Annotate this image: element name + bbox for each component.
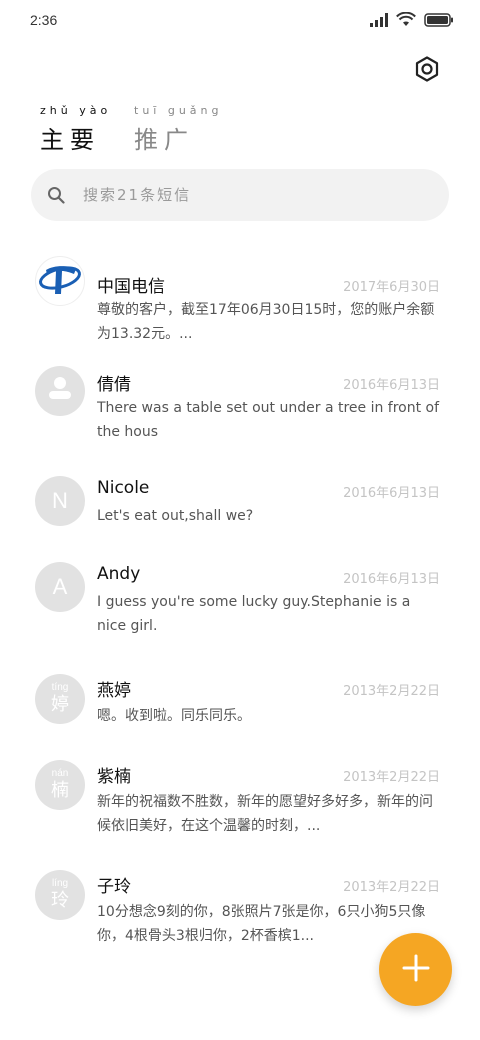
conversation-date: 2017年6月30日	[343, 280, 440, 295]
avatar-character: 玲	[51, 890, 69, 910]
avatar-pinyin: líng	[51, 878, 69, 889]
status-icons	[370, 11, 454, 31]
avatar-initial: N	[52, 488, 68, 513]
tab-promotions[interactable]: tuī guǎng 推广	[134, 104, 219, 155]
conversation-date: 2013年2月22日	[343, 770, 440, 785]
conversation-name: 紫楠	[97, 767, 131, 787]
avatar-default	[35, 366, 85, 416]
person-icon	[47, 375, 73, 407]
avatar-china-telecom	[35, 256, 85, 306]
conversation-item[interactable]: 中国电信 2017年6月30日 尊敬的客户，截至17年06月30日15时，您的账…	[0, 252, 480, 342]
avatar-initial: A	[52, 574, 68, 599]
conversation-preview: 新年的祝福数不胜数，新年的愿望好多好多，新年的问候依旧美好，在这个温馨的时刻，.…	[97, 794, 433, 834]
conversation-name: 燕婷	[97, 681, 131, 701]
conversation-date: 2016年6月13日	[343, 486, 440, 501]
conversation-preview: Let's eat out,shall we?	[97, 508, 254, 524]
conversation-preview: 10分想念9刻的你，8张照片7张是你，6只小狗5只像你，4根骨头3根归你，2杯香…	[97, 904, 426, 944]
avatar-hanzi: tíng 婷	[35, 674, 85, 724]
conversation-name: 中国电信	[97, 277, 165, 297]
settings-button[interactable]	[414, 56, 440, 82]
conversation-item[interactable]: tíng 婷 燕婷 2013年2月22日 嗯。收到啦。同乐同乐。	[0, 670, 480, 730]
avatar-character: 婷	[51, 694, 69, 714]
conversation-date: 2016年6月13日	[343, 378, 440, 393]
plus-icon	[402, 954, 430, 986]
battery-icon	[424, 12, 454, 31]
conversation-preview: I guess you're some lucky guy.Stephanie …	[97, 594, 411, 634]
new-message-button[interactable]	[379, 933, 452, 1006]
conversation-date: 2013年2月22日	[343, 684, 440, 699]
search-icon	[47, 186, 65, 204]
avatar-pinyin: tíng	[51, 682, 69, 693]
conversation-name: 子玲	[97, 877, 131, 897]
conversation-item[interactable]: 倩倩 2016年6月13日 There was a table set out …	[0, 362, 480, 452]
conversation-date: 2016年6月13日	[343, 572, 440, 587]
avatar-character: 楠	[51, 780, 69, 800]
conversation-preview: 尊敬的客户，截至17年06月30日15时，您的账户余额为13.32元。...	[97, 302, 435, 342]
tab-promotions-pinyin: tuī guǎng	[134, 104, 223, 117]
conversation-item[interactable]: N Nicole 2016年6月13日 Let's eat out,shall …	[0, 476, 480, 536]
signal-icon	[370, 12, 388, 31]
avatar-pinyin: nán	[51, 768, 69, 779]
avatar-hanzi: líng 玲	[35, 870, 85, 920]
conversation-date: 2013年2月22日	[343, 880, 440, 895]
conversation-preview: There was a table set out under a tree i…	[97, 400, 440, 440]
avatar-letter: N	[35, 476, 85, 526]
conversation-item[interactable]: A Andy 2016年6月13日 I guess you're some lu…	[0, 562, 480, 642]
avatar-letter: A	[35, 562, 85, 612]
tab-primary-pinyin: zhǔ yào	[40, 104, 112, 117]
tab-bar: zhǔ yào 主要 tuī guǎng 推广	[40, 104, 219, 155]
conversation-name: 倩倩	[97, 375, 131, 395]
status-bar: 2:36	[0, 0, 480, 42]
wifi-icon	[396, 11, 416, 31]
status-time: 2:36	[30, 12, 58, 28]
tab-primary[interactable]: zhǔ yào 主要	[40, 104, 107, 155]
conversation-preview: 嗯。收到啦。同乐同乐。	[97, 708, 251, 724]
search-input[interactable]	[83, 186, 383, 204]
conversation-item[interactable]: nán 楠 紫楠 2013年2月22日 新年的祝福数不胜数，新年的愿望好多好多，…	[0, 756, 480, 846]
conversation-name: Andy	[97, 564, 141, 584]
china-telecom-logo-icon	[38, 257, 82, 305]
conversation-name: Nicole	[97, 478, 150, 498]
gear-icon	[414, 56, 440, 86]
search-bar[interactable]	[31, 169, 449, 221]
avatar-hanzi: nán 楠	[35, 760, 85, 810]
